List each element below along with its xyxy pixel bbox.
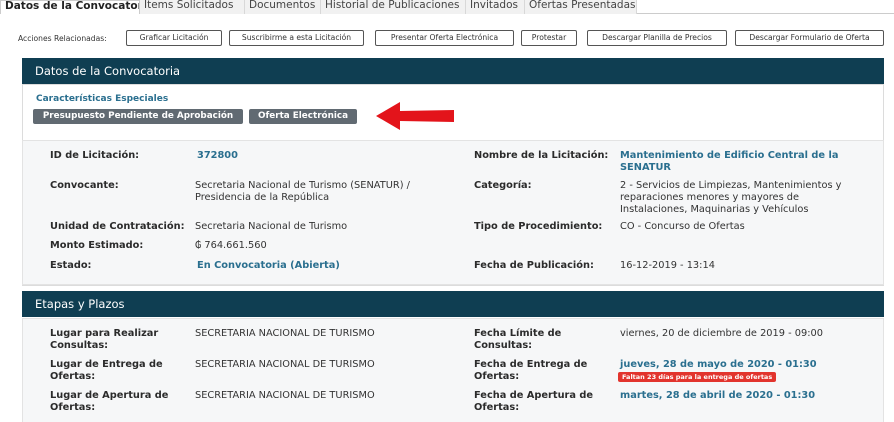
- descargar-planilla-button[interactable]: Descargar Planilla de Precios: [587, 30, 727, 46]
- tab-historial-publicaciones[interactable]: Historial de Publicaciones: [321, 0, 466, 14]
- lugar-apertura-label-2: Ofertas:: [50, 402, 96, 413]
- badge-presupuesto-pendiente: Presupuesto Pendiente de Aprobación: [33, 109, 243, 124]
- red-arrow-shape: [376, 102, 454, 130]
- categoria-label: Categoría:: [474, 180, 532, 191]
- descargar-formulario-button[interactable]: Descargar Formulario de Oferta: [735, 30, 884, 46]
- tipo-procedimiento-value: CO - Concurso de Ofertas: [620, 221, 745, 232]
- dias-restantes-badge: Faltan 23 días para la entrega de oferta…: [618, 372, 777, 382]
- tipo-procedimiento-label: Tipo de Procedimiento:: [474, 221, 603, 232]
- convocante-value-2: Presidencia de la República: [195, 192, 330, 203]
- lugar-consultas-label-1: Lugar para Realizar: [50, 328, 159, 339]
- unidad-contratacion-value: Secretaria Nacional de Turismo: [195, 221, 348, 232]
- monto-estimado-value: ₲ 764.661.560: [195, 240, 267, 251]
- actions-label: Acciones Relacionadas:: [18, 33, 107, 43]
- convocante-value-1: Secretaria Nacional de Turismo (SENATUR)…: [195, 180, 410, 191]
- lugar-consultas-value: SECRETARIA NACIONAL DE TURISMO: [195, 328, 375, 339]
- fecha-publicacion-label: Fecha de Publicación:: [474, 260, 594, 271]
- protestar-button[interactable]: Protestar: [521, 30, 577, 46]
- lugar-entrega-label-2: Ofertas:: [50, 371, 96, 382]
- panel-header-etapas: Etapas y Plazos: [22, 291, 884, 317]
- categoria-value-3: Instalaciones, Maquinarias y Vehículos: [620, 204, 809, 215]
- fecha-apertura-value: martes, 28 de abril de 2020 - 01:30: [620, 390, 816, 401]
- tab-datos-convocatoria[interactable]: Datos de la Convocatoria: [0, 0, 140, 14]
- fecha-entrega-label-1: Fecha de Entrega de: [474, 359, 588, 370]
- lugar-consultas-label-2: Consultas:: [50, 340, 109, 351]
- categoria-value-2: reparaciones menores y mayores de: [620, 192, 800, 203]
- id-licitacion-value[interactable]: 372800: [197, 150, 238, 162]
- unidad-contratacion-label: Unidad de Contratación:: [50, 221, 185, 232]
- monto-estimado-label: Monto Estimado:: [50, 240, 144, 251]
- graficar-licitacion-button[interactable]: Graficar Licitación: [126, 30, 222, 46]
- suscribirme-button[interactable]: Suscribirme a esta Licitación: [229, 30, 364, 46]
- fecha-entrega-value: jueves, 28 de mayo de 2020 - 01:30: [620, 359, 817, 370]
- nombre-licitacion-label: Nombre de la Licitación:: [474, 150, 609, 161]
- tab-bar: Datos de la Convocatoria Ítems Solicitad…: [0, 0, 894, 14]
- lugar-apertura-value: SECRETARIA NACIONAL DE TURISMO: [195, 390, 375, 401]
- fecha-limite-consultas-label-1: Fecha Límite de: [474, 328, 562, 339]
- badge-oferta-electronica: Oferta Electrónica: [249, 109, 357, 124]
- fecha-limite-consultas-label-2: Consultas:: [474, 340, 533, 351]
- fecha-publicacion-value: 16-12-2019 - 13:14: [620, 260, 715, 271]
- tab-items-solicitados[interactable]: Ítems Solicitados: [140, 0, 245, 14]
- lugar-entrega-value: SECRETARIA NACIONAL DE TURISMO: [195, 359, 375, 370]
- fecha-limite-consultas-value: viernes, 20 de diciembre de 2019 - 09:00: [620, 328, 823, 339]
- categoria-value-1: 2 - Servicios de Limpiezas, Mantenimient…: [620, 180, 842, 191]
- fecha-apertura-label-2: Ofertas:: [474, 402, 520, 413]
- caracteristicas-especiales-title: Características Especiales: [36, 94, 169, 104]
- fecha-apertura-label-1: Fecha de Apertura de: [474, 390, 594, 401]
- lugar-apertura-label-1: Lugar de Apertura de: [50, 390, 169, 401]
- fecha-entrega-label-2: Ofertas:: [474, 371, 520, 382]
- actions-bar: Acciones Relacionadas:: [18, 31, 113, 45]
- estado-label: Estado:: [50, 260, 92, 271]
- nombre-licitacion-value-1: Mantenimiento de Edificio Central de la: [620, 150, 839, 161]
- id-licitacion-label: ID de Licitación:: [50, 150, 140, 161]
- convocante-label: Convocante:: [50, 180, 119, 191]
- panel-header-convocatoria: Datos de la Convocatoria: [22, 58, 884, 84]
- tab-documentos[interactable]: Documentos: [245, 0, 321, 14]
- tab-ofertas-presentadas[interactable]: Ofertas Presentadas: [525, 0, 637, 14]
- estado-value[interactable]: En Convocatoria (Abierta): [197, 260, 340, 272]
- lugar-entrega-label-1: Lugar de Entrega de: [50, 359, 163, 370]
- nombre-licitacion-value-2: SENATUR: [620, 162, 671, 173]
- presentar-oferta-button[interactable]: Presentar Oferta Electrónica: [375, 30, 514, 46]
- red-arrow-icon: [376, 102, 454, 130]
- tab-invitados[interactable]: Invitados: [466, 0, 525, 14]
